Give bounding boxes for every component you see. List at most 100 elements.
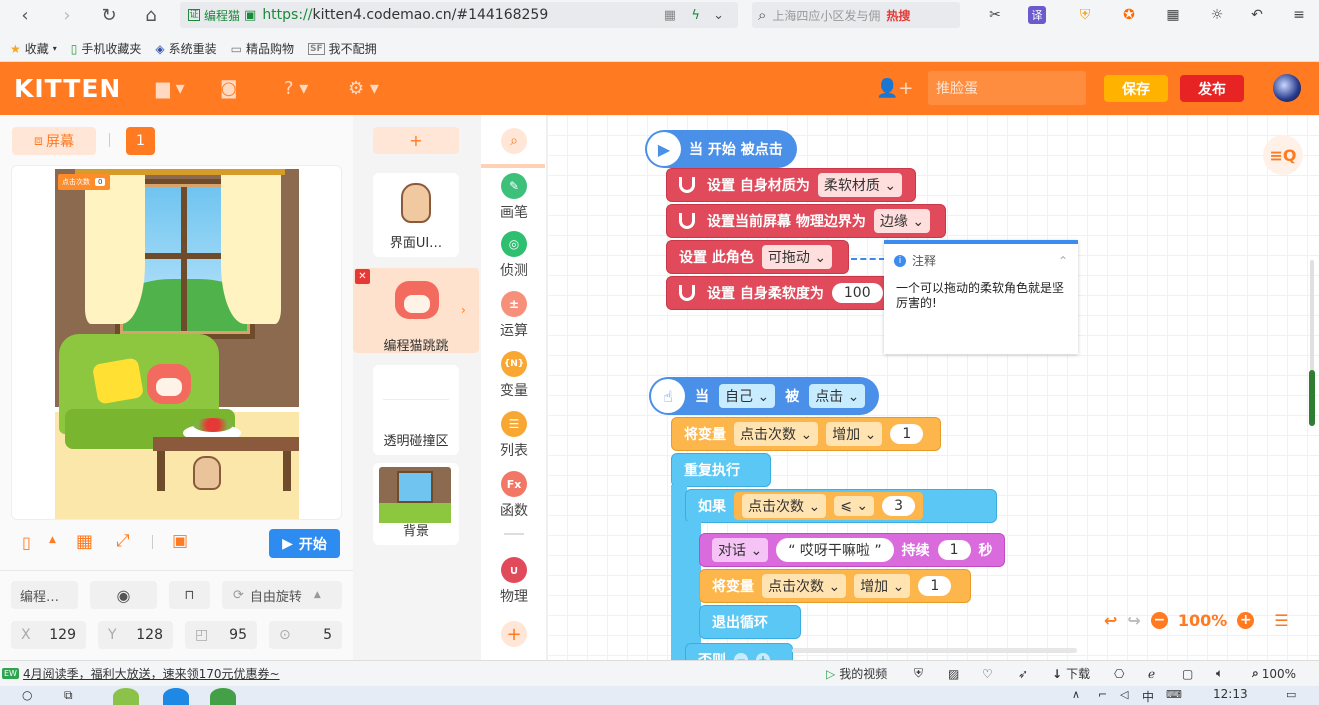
zoom-out-icon[interactable]: − [1150, 611, 1168, 629]
direction-field[interactable]: ⊙ 5 [269, 621, 342, 649]
start-button[interactable]: ▶ 开始 [269, 529, 340, 558]
event-dropdown[interactable]: 点击 ⌄ [809, 384, 866, 408]
amount-input[interactable]: 1 [918, 576, 952, 596]
heart-monitor-icon[interactable]: ♡ [982, 667, 993, 681]
bookmark-favorites[interactable]: ★ 收藏 ▾ [10, 40, 57, 57]
chevron-right-icon[interactable]: › [461, 303, 466, 317]
set-boundary-block[interactable]: 设置当前屏幕 物理边界为 边缘 ⌄ [666, 204, 946, 238]
speaker-icon[interactable]: 🔈︎ [1216, 666, 1223, 681]
home-icon[interactable]: ⌂ [138, 2, 164, 28]
tray-chevron-icon[interactable]: ∧ [1072, 688, 1080, 701]
note-text[interactable]: 一个可以拖动的柔软角色就是坚厉害的! [884, 269, 1078, 311]
set-softness-block[interactable]: 设置 自身柔软度为 100 [666, 276, 898, 310]
category-detect[interactable]: ◎ 侦测 [481, 231, 547, 280]
category-variable[interactable]: {N} 变量 [481, 351, 547, 400]
set-draggable-block[interactable]: 设置 此角色 可拖动 ⌄ [666, 240, 849, 274]
material-dropdown[interactable]: 柔软材质 ⌄ [817, 173, 903, 197]
shield-coin-icon[interactable]: ⛨ [1072, 6, 1098, 24]
redo-arrow-icon[interactable]: ↪ [1127, 611, 1140, 630]
add-branch-icon[interactable]: + [756, 653, 770, 660]
qr-icon[interactable]: ▦ [664, 8, 676, 23]
say-mode-dropdown[interactable]: 对话 ⌄ [712, 538, 769, 562]
undo-icon[interactable]: ↶ [1244, 6, 1270, 24]
forward-icon[interactable]: › [54, 2, 80, 28]
op-dropdown[interactable]: 增加 ⌄ [826, 422, 883, 446]
block-search-icon[interactable]: ≡Q [1263, 135, 1303, 175]
search-icon[interactable]: ○ [22, 688, 32, 702]
user-avatar[interactable] [1273, 74, 1301, 102]
back-icon[interactable]: ‹ [12, 2, 38, 28]
search-blocks-icon[interactable]: ⌕ [501, 128, 527, 154]
translate-icon[interactable]: 译 [1028, 6, 1046, 24]
compare-block[interactable]: 点击次数 ⌄ ⩽ ⌄ 3 [734, 492, 924, 520]
zoom-in-icon[interactable]: + [1237, 611, 1255, 629]
variable-dropdown[interactable]: 点击次数 ⌄ [762, 574, 847, 598]
page-zoom[interactable]: ⌕ 100% [1252, 666, 1296, 681]
when-sprite-clicked-block[interactable]: ☝ 当 自己 ⌄ 被 点击 ⌄ [649, 377, 880, 415]
rotation-mode-select[interactable]: ⟳ 自由旋转 ▲ [222, 581, 342, 609]
delete-sprite-icon[interactable]: ✕ [355, 269, 370, 284]
notification-icon[interactable]: ▭ [1286, 688, 1296, 701]
window-icon[interactable]: ▢ [1182, 667, 1193, 681]
sprite-card-ui[interactable]: 界面UI… [373, 173, 459, 257]
download-button[interactable]: ↓ 下载 [1052, 665, 1090, 682]
task-view-icon[interactable]: ⧉ [64, 688, 73, 703]
game-icon[interactable]: ✪ [1116, 6, 1142, 24]
code-workspace[interactable]: ▶ 当 开始 被点击 设置 自身材质为 柔软材质 ⌄ 设置当前屏幕 物理边界为 … [547, 115, 1319, 660]
publish-button[interactable]: 发布 [1180, 75, 1244, 102]
volume-icon[interactable]: ◁ [1120, 688, 1128, 701]
say-text-input[interactable]: “ 哎呀干嘛啦 ” [776, 538, 894, 562]
grid-icon[interactable]: ▦ [76, 531, 93, 552]
keyboard-icon[interactable]: ⌨ [1166, 688, 1182, 701]
remove-branch-icon[interactable]: − [734, 653, 748, 660]
phone-orientation-icon[interactable]: ▯ [22, 533, 31, 552]
help-icon[interactable]: ? ▾ [284, 78, 308, 99]
add-extension-icon[interactable]: + [501, 621, 527, 647]
backpack-icon[interactable]: ◙ [220, 78, 237, 99]
address-bar[interactable]: 证编程猫 ▣ https://kitten4.codemao.cn/#14416… [180, 2, 738, 28]
softness-input[interactable]: 100 [831, 283, 883, 303]
else-branch[interactable]: 否则 − + [685, 643, 793, 660]
bookmark-other[interactable]: SF 我不配拥 [308, 40, 377, 57]
my-video-button[interactable]: ▷ 我的视频 [826, 665, 887, 682]
bookmark-mobile[interactable]: ▯ 手机收藏夹 [71, 40, 142, 57]
category-math[interactable]: ± 运算 [481, 291, 547, 340]
target-dropdown[interactable]: 自己 ⌄ [719, 384, 776, 408]
when-start-clicked-block[interactable]: ▶ 当 开始 被点击 [645, 130, 797, 168]
app-blue-icon[interactable] [163, 688, 189, 705]
menu-icon[interactable]: ≡ [1286, 6, 1312, 24]
boundary-dropdown[interactable]: 边缘 ⌄ [873, 209, 931, 233]
clock[interactable]: 12:13 [1213, 687, 1248, 701]
amount-input[interactable]: 1 [890, 424, 924, 444]
record-icon[interactable]: ▣ [172, 531, 188, 551]
bookmark-shopping[interactable]: ▭ 精品购物 [231, 40, 294, 57]
vertical-scroll-thumb[interactable] [1309, 370, 1315, 426]
ime-indicator[interactable]: 中 [1142, 688, 1154, 705]
pointer-hand-sprite[interactable] [193, 456, 221, 490]
y-field[interactable]: Y 128 [98, 621, 173, 649]
stage-canvas[interactable]: 点击次数 0 [55, 169, 299, 519]
sprite-card-background[interactable]: 背景 [373, 463, 459, 545]
visibility-eye-icon[interactable]: ◉ [90, 581, 157, 609]
horizontal-scrollbar[interactable] [792, 648, 1077, 653]
shield-status-icon[interactable]: ⛨ [914, 666, 923, 681]
project-name-input[interactable]: 推脸蛋 [928, 71, 1086, 105]
repeat-forever-block[interactable]: 重复执行 [671, 453, 771, 487]
op-dropdown[interactable]: 增加 ⌄ [854, 574, 911, 598]
change-variable-block[interactable]: 将变量 点击次数 ⌄ 增加 ⌄ 1 [671, 417, 941, 451]
if-else-block[interactable]: 如果 点击次数 ⌄ ⩽ ⌄ 3 [685, 489, 997, 523]
comparator-dropdown[interactable]: ⩽ ⌄ [834, 496, 875, 516]
caret-up-icon[interactable]: ▲ [49, 535, 56, 545]
category-function[interactable]: Fx 函数 [481, 471, 547, 520]
folder-menu-icon[interactable]: ▆ ▾ [156, 78, 185, 99]
game-controller-icon[interactable]: ⎔ [1114, 667, 1124, 681]
sprite-card-kitten[interactable]: 编程猫跳跳 [373, 275, 459, 354]
apps-grid-icon[interactable]: ▦ [1160, 6, 1186, 24]
search-input[interactable]: 上海四应小区发与佣 [772, 7, 880, 24]
break-loop-block[interactable]: 退出循环 [699, 605, 801, 639]
sprite-name-field[interactable]: 编程… [11, 581, 78, 609]
set-material-block[interactable]: 设置 自身材质为 柔软材质 ⌄ [666, 168, 916, 202]
category-list[interactable]: ☰ 列表 [481, 411, 547, 460]
x-field[interactable]: X 129 [11, 621, 86, 649]
variable-dropdown[interactable]: 点击次数 ⌄ [734, 422, 819, 446]
